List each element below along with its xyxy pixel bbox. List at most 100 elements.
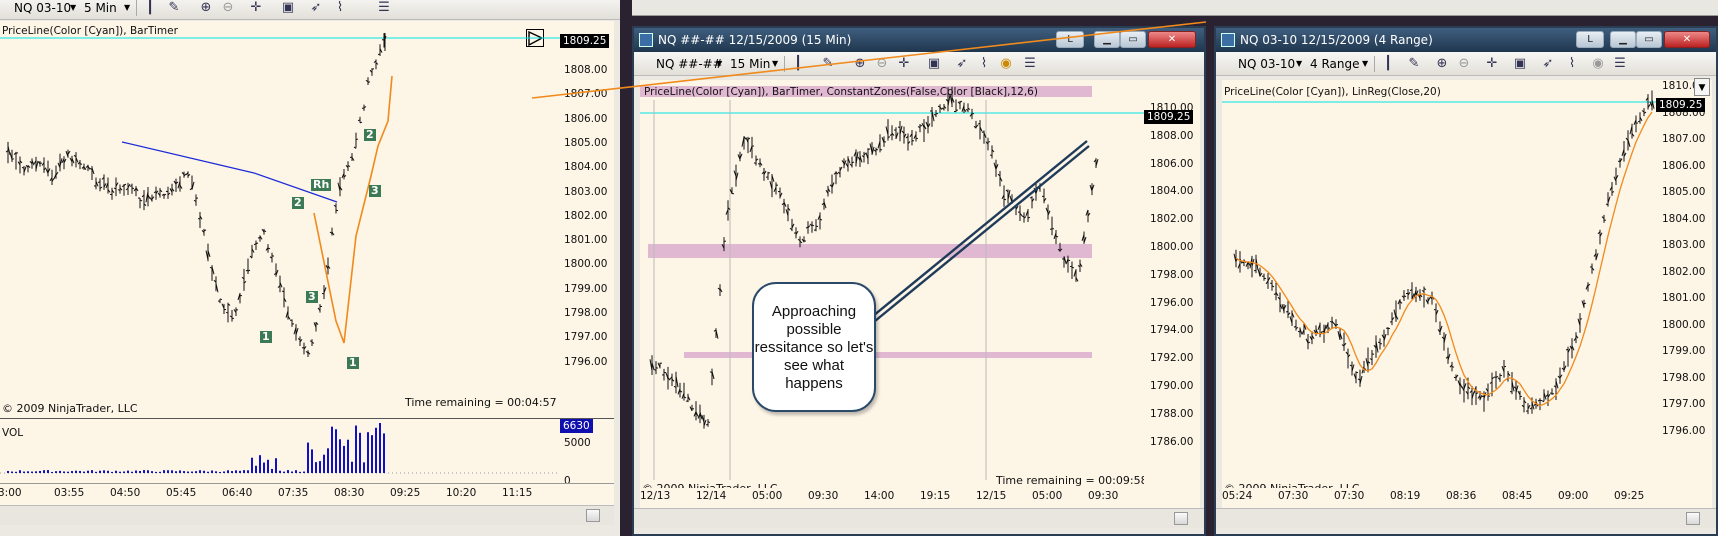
axis-menu-button[interactable]: ▼ bbox=[1694, 78, 1710, 96]
volume-bar bbox=[231, 471, 233, 473]
pencil-draw-icon[interactable]: ✎ bbox=[166, 0, 182, 16]
scroll-thumb[interactable] bbox=[1174, 512, 1188, 525]
left-volume-pane[interactable]: VOL bbox=[0, 419, 560, 483]
zoom-out-icon[interactable]: ⊖ bbox=[874, 56, 890, 72]
volume-bar bbox=[139, 471, 141, 473]
volume-bar bbox=[143, 470, 145, 473]
volume-bar bbox=[263, 462, 265, 473]
price-bar-open bbox=[225, 311, 229, 314]
dropdown-arrow-icon[interactable]: ▼ bbox=[716, 52, 722, 76]
scroll-thumb[interactable] bbox=[586, 509, 600, 522]
right-time-axis[interactable]: 05:24 07:30 07:30 08:19 08:36 08:45 09:00 09:25 bbox=[1222, 488, 1712, 508]
volume-tag: 6630 bbox=[560, 419, 593, 433]
dropdown-arrow-icon[interactable]: ▼ bbox=[1362, 52, 1368, 76]
data-box-icon[interactable]: ☰ bbox=[376, 0, 392, 16]
pencil-draw-icon[interactable]: ✎ bbox=[820, 56, 836, 72]
indicators-icon[interactable]: ⌇ bbox=[976, 56, 992, 72]
left-price-pane[interactable]: PriceLine(Color [Cyan]), BarTimer © 2009… bbox=[0, 21, 560, 418]
instrument-selector[interactable]: NQ 03-10 bbox=[1238, 52, 1295, 76]
interval-selector[interactable]: 4 Range bbox=[1310, 52, 1359, 76]
dropdown-arrow-icon[interactable]: ▼ bbox=[772, 52, 778, 76]
strategies-icon[interactable]: ➶ bbox=[1540, 56, 1556, 72]
properties-icon[interactable]: ▣ bbox=[280, 0, 296, 16]
volume-bar bbox=[15, 471, 17, 473]
dropdown-arrow-icon[interactable]: ▼ bbox=[124, 0, 130, 20]
left-scrollbar[interactable] bbox=[0, 505, 614, 525]
volume-bar bbox=[147, 470, 149, 473]
right-title-bar[interactable]: NQ 03-10 12/15/2009 (4 Range) L ▁ ▭ ✕ bbox=[1216, 28, 1716, 52]
zoom-in-icon[interactable]: ⊕ bbox=[1434, 56, 1450, 72]
bar-type-icon[interactable]: ┃ bbox=[790, 56, 806, 72]
bar-type-icon[interactable]: ┃ bbox=[142, 0, 158, 16]
drawn-swing-line bbox=[313, 75, 393, 344]
price-bar-close bbox=[355, 138, 359, 141]
crosshair-icon[interactable]: ✛ bbox=[896, 56, 912, 72]
dropdown-arrow-icon[interactable]: ▼ bbox=[1296, 52, 1302, 76]
alerts-icon[interactable]: ◉ bbox=[1590, 56, 1606, 72]
middle-time-axis[interactable]: 12/13 12/14 05:00 09:30 14:00 19:15 12/15 05:00… bbox=[640, 488, 1200, 508]
y-tick-label: 1802.00 bbox=[1662, 265, 1706, 278]
right-price-pane[interactable]: PriceLine(Color [Cyan]), LinReg(Close,20… bbox=[1222, 80, 1656, 508]
y-tick-label: 1799.00 bbox=[1662, 345, 1706, 357]
y-tick-label: 1796.00 bbox=[564, 355, 608, 368]
indicators-icon[interactable]: ⌇ bbox=[1564, 56, 1580, 72]
strategies-icon[interactable]: ➶ bbox=[308, 0, 324, 16]
scroll-thumb[interactable] bbox=[1686, 512, 1700, 525]
left-time-axis[interactable]: 3:00 03:55 04:50 05:45 06:40 07:35 08:30 09:25 1… bbox=[0, 483, 614, 506]
indicators-icon[interactable]: ⌇ bbox=[332, 0, 348, 16]
price-bar-close bbox=[919, 125, 923, 127]
maximize-button[interactable]: ▭ bbox=[1120, 31, 1146, 48]
copyright-text: © 2009 NinjaTrader, LLC bbox=[2, 402, 138, 415]
volume-bar bbox=[271, 468, 273, 473]
zoom-out-icon[interactable]: ⊖ bbox=[1456, 56, 1472, 72]
interval-selector[interactable]: 15 Min bbox=[730, 52, 770, 76]
link-button[interactable]: L bbox=[1056, 31, 1084, 48]
indicator-label: PriceLine(Color [Cyan]), LinReg(Close,20… bbox=[1224, 86, 1441, 98]
crosshair-icon[interactable]: ✛ bbox=[1484, 56, 1500, 72]
top-strip-window bbox=[632, 0, 1718, 16]
volume-bar bbox=[291, 471, 293, 473]
minimize-button[interactable]: ▁ bbox=[1094, 31, 1120, 48]
crosshair-icon[interactable]: ✛ bbox=[248, 0, 264, 16]
bar-type-icon[interactable]: ┃ bbox=[1380, 56, 1396, 72]
constant-zone bbox=[684, 352, 1092, 358]
middle-price-axis[interactable]: 1810.00 1808.00 1806.00 1804.00 1802.00 1800.… bbox=[1144, 80, 1200, 508]
dropdown-arrow-icon[interactable]: ▼ bbox=[70, 0, 76, 20]
alerts-icon[interactable]: ◉ bbox=[998, 56, 1014, 72]
close-button[interactable]: ✕ bbox=[1148, 31, 1196, 48]
close-button[interactable]: ✕ bbox=[1664, 31, 1710, 48]
left-price-axis[interactable]: 1808.00 1807.00 1806.00 1805.00 1804.00 1803.… bbox=[560, 21, 614, 418]
properties-icon[interactable]: ▣ bbox=[1512, 56, 1528, 72]
x-tick-label: 10:20 bbox=[446, 487, 477, 499]
instrument-selector[interactable]: NQ 03-10 bbox=[14, 0, 71, 20]
y-tick-label: 1796.00 bbox=[1150, 296, 1194, 309]
price-bar-close bbox=[1003, 198, 1007, 201]
callout-pointer bbox=[861, 140, 1088, 326]
annotation-callout[interactable]: Approaching possible ressitance so let's… bbox=[752, 282, 876, 412]
right-price-axis[interactable]: 1810.00 1808.00 1807.00 1806.00 1805.00 1804.… bbox=[1656, 78, 1712, 508]
middle-price-pane[interactable]: PriceLine(Color [Cyan]), BarTimer, Const… bbox=[640, 80, 1144, 508]
x-tick-label: 09:25 bbox=[390, 487, 421, 499]
right-toolbar: NQ 03-10 ▼ 4 Range ▼ ┃ ✎ ⊕ ⊖ ✛ ▣ ➶ ⌇ ◉ ☰ bbox=[1216, 52, 1716, 76]
zoom-in-icon[interactable]: ⊕ bbox=[852, 56, 868, 72]
zoom-out-icon[interactable]: ⊖ bbox=[220, 0, 236, 16]
interval-selector[interactable]: 5 Min bbox=[84, 0, 117, 20]
zoom-in-icon[interactable]: ⊕ bbox=[198, 0, 214, 16]
volume-bar bbox=[307, 442, 309, 473]
minimize-button[interactable]: ▁ bbox=[1610, 31, 1636, 48]
volume-tick: 5000 bbox=[564, 437, 591, 449]
trend-line bbox=[121, 141, 255, 174]
swing-count-marker: 2 bbox=[292, 196, 304, 209]
strategies-icon[interactable]: ➶ bbox=[954, 56, 970, 72]
data-box-icon[interactable]: ☰ bbox=[1612, 56, 1628, 72]
pencil-draw-icon[interactable]: ✎ bbox=[1406, 56, 1422, 72]
middle-scrollbar[interactable] bbox=[634, 508, 1204, 528]
middle-title-bar[interactable]: NQ ##-## 12/15/2009 (15 Min) L ▁ ▭ ✕ bbox=[634, 28, 1204, 52]
properties-icon[interactable]: ▣ bbox=[926, 56, 942, 72]
data-box-icon[interactable]: ☰ bbox=[1022, 56, 1038, 72]
right-scrollbar[interactable] bbox=[1216, 508, 1716, 528]
link-button[interactable]: L bbox=[1576, 31, 1604, 48]
maximize-button[interactable]: ▭ bbox=[1636, 31, 1662, 48]
volume-bar bbox=[31, 471, 33, 473]
instrument-selector[interactable]: NQ ##-## bbox=[656, 52, 723, 76]
